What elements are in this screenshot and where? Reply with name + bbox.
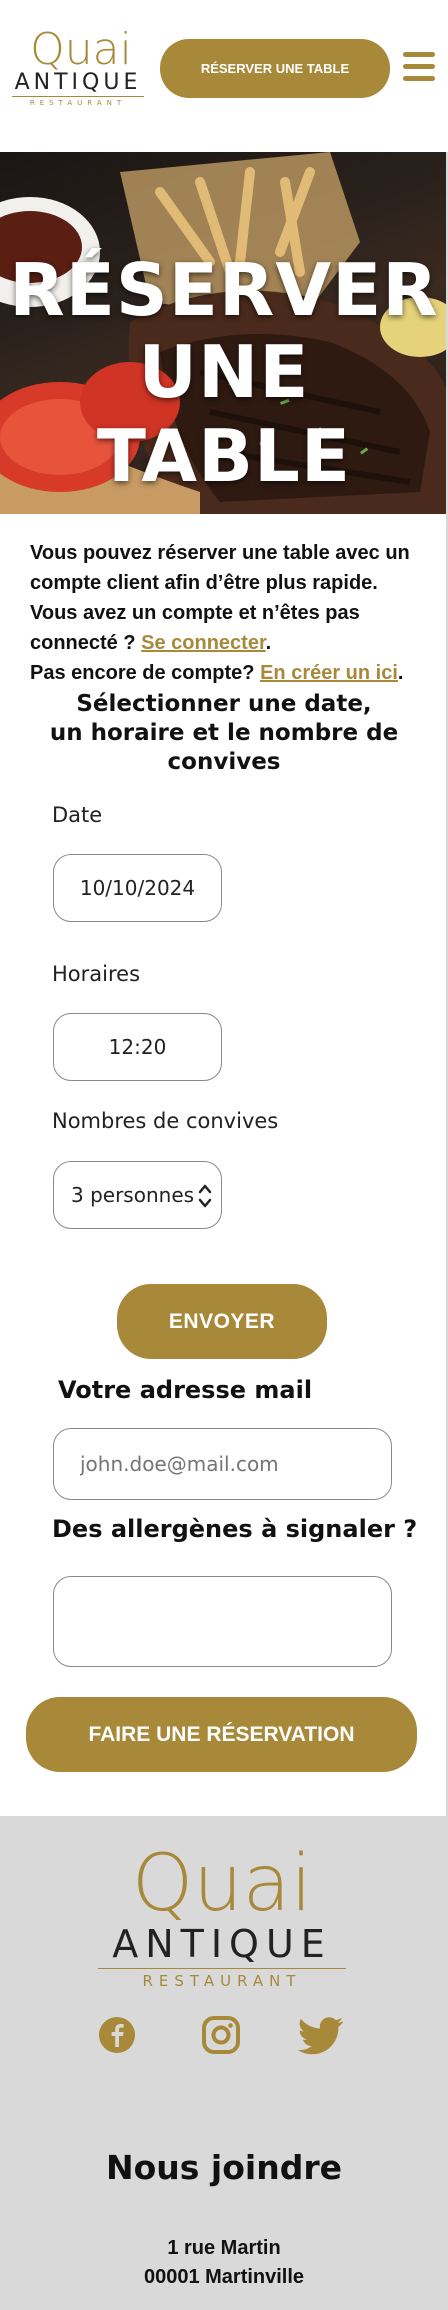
- hamburger-bar: [403, 64, 435, 69]
- send-button[interactable]: ENVOYER: [117, 1284, 327, 1359]
- time-input[interactable]: 12:20: [53, 1013, 222, 1081]
- allergies-label: Des allergènes à signaler ?: [52, 1515, 418, 1543]
- form-title-line2: un horaire et le nombre de: [49, 720, 399, 746]
- hamburger-menu-icon[interactable]: [403, 52, 435, 86]
- guests-value: 3 personnes: [71, 1183, 195, 1207]
- instagram-icon[interactable]: [202, 2016, 240, 2054]
- address-line1: 1 rue Martin: [167, 2237, 281, 2259]
- footer-logo-underline: [98, 1968, 346, 1969]
- site-header: Quai ANTIQUE RESTAURANT RÉSERVER UNE TAB…: [0, 0, 448, 152]
- stepper-arrows-icon[interactable]: [197, 1180, 213, 1212]
- address-line2: 00001 Martinville: [143, 2266, 305, 2288]
- date-label: Date: [52, 803, 103, 827]
- reserve-table-header-button[interactable]: RÉSERVER UNE TABLE: [160, 39, 390, 98]
- make-reservation-button[interactable]: FAIRE UNE RÉSERVATION: [26, 1697, 417, 1772]
- email-input[interactable]: [53, 1428, 392, 1500]
- logo-underline: [12, 96, 144, 97]
- hero-title-line2: UNE TABLE: [96, 330, 352, 498]
- footer-logo-antique: ANTIQUE: [112, 1922, 332, 1966]
- form-title: Sélectionner une date, un horaire et le …: [20, 690, 428, 777]
- time-label: Horaires: [52, 962, 141, 986]
- allergies-textarea[interactable]: [53, 1576, 392, 1667]
- hero-banner: RÉSERVER UNE TABLE: [0, 152, 448, 514]
- hamburger-bar: [403, 76, 435, 81]
- email-label: Votre adresse mail: [58, 1376, 313, 1404]
- hamburger-bar: [403, 52, 435, 57]
- intro-line3-suffix: .: [397, 662, 404, 684]
- intro-text: Vous pouvez réserver une table avec un c…: [30, 538, 430, 688]
- guests-stepper[interactable]: 3 personnes: [53, 1161, 222, 1229]
- hero-title-line1: RÉSERVER: [9, 248, 439, 332]
- guests-label: Nombres de convives: [52, 1109, 279, 1133]
- site-footer: Quai ANTIQUE RESTAURANT Nous joindre 1 r…: [0, 1816, 448, 2310]
- header-logo[interactable]: Quai ANTIQUE RESTAURANT: [10, 24, 146, 107]
- logo-text-quai: Quai: [30, 24, 132, 75]
- signup-link[interactable]: En créer un ici: [260, 662, 398, 684]
- contact-title: Nous joindre: [106, 2148, 342, 2187]
- footer-logo-restaurant: RESTAURANT: [142, 1972, 302, 1990]
- footer-logo[interactable]: Quai ANTIQUE RESTAURANT: [98, 1844, 346, 2004]
- intro-line2-suffix: .: [265, 632, 272, 654]
- footer-logo-quai: Quai: [131, 1839, 313, 1929]
- login-link[interactable]: Se connecter: [141, 632, 266, 654]
- logo-text-restaurant: RESTAURANT: [29, 99, 127, 107]
- twitter-icon[interactable]: [298, 2017, 344, 2055]
- facebook-icon[interactable]: [98, 2016, 136, 2054]
- footer-address: 1 rue Martin 00001 Martinville: [0, 2234, 448, 2292]
- form-title-line1: Sélectionner une date,: [76, 691, 372, 717]
- logo-text-antique: ANTIQUE: [14, 70, 142, 95]
- date-input[interactable]: 10/10/2024: [53, 854, 222, 922]
- form-title-line3: convives: [167, 749, 281, 775]
- intro-line1: Vous pouvez réserver une table avec un c…: [30, 542, 410, 594]
- intro-line3-prefix: Pas encore de compte?: [30, 662, 261, 684]
